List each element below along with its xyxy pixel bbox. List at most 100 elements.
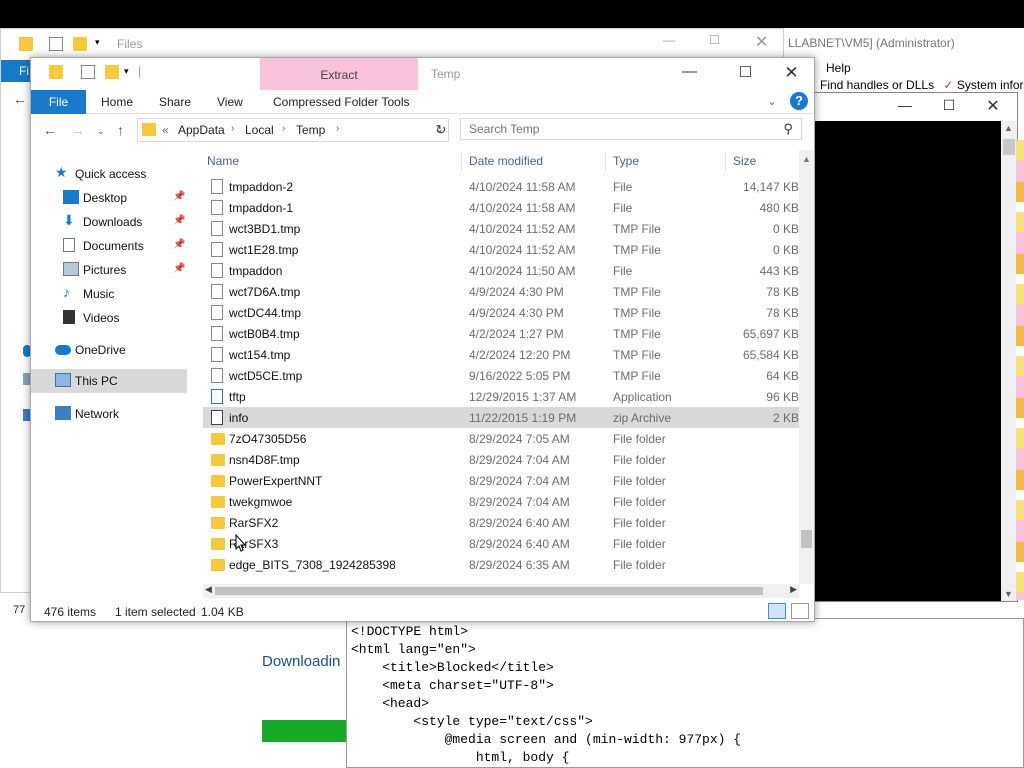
large-icons-view-button[interactable] bbox=[791, 603, 809, 619]
help-icon[interactable]: ? bbox=[790, 92, 808, 110]
column-type[interactable]: Type bbox=[613, 154, 639, 168]
table-row[interactable]: wct154.tmp 4/2/2024 12:20 PM TMP File 65,58… bbox=[203, 344, 799, 365]
file-list[interactable]: tmpaddon-2 4/10/2024 11:58 AM File 14,147 K… bbox=[203, 176, 799, 586]
table-row[interactable]: wctDC44.tmp 4/9/2024 4:30 PM TMP File 78 KB bbox=[203, 302, 799, 323]
console-window[interactable]: — ☐ ✕ ▲ ▼ bbox=[814, 92, 1018, 602]
sidebar-item-desktop[interactable]: Desktop 📌 bbox=[63, 188, 187, 210]
column-divider[interactable] bbox=[461, 152, 462, 170]
back-arrow-icon[interactable]: ← bbox=[43, 122, 57, 138]
address-segment-appdata[interactable]: AppData bbox=[178, 123, 225, 137]
sidebar-item-quick-access[interactable]: ★ Quick access bbox=[55, 164, 195, 186]
chevron-down-icon[interactable]: ▾ bbox=[95, 37, 100, 48]
pin-icon[interactable]: 📌 bbox=[173, 263, 185, 274]
table-row[interactable]: wct1E28.tmp 4/10/2024 11:52 AM TMP File 0 K… bbox=[203, 239, 799, 260]
find-handles-button[interactable]: Find handles or DLLs bbox=[820, 78, 934, 92]
table-row[interactable]: PowerExpertNNT 8/29/2024 7:04 AM File fold… bbox=[203, 470, 799, 491]
table-row[interactable]: edge_BITS_7308_1924285398 8/29/2024 6:35 … bbox=[203, 554, 799, 575]
vertical-scrollbar[interactable]: ▲ bbox=[799, 150, 814, 584]
minimize-icon[interactable]: — bbox=[663, 33, 675, 47]
pin-icon[interactable]: 📌 bbox=[173, 215, 185, 226]
scroll-right-icon[interactable]: ▶ bbox=[790, 584, 797, 595]
chevron-right-icon[interactable]: › bbox=[231, 123, 234, 134]
table-row[interactable]: nsn4D8F.tmp 8/29/2024 7:04 AM File folder bbox=[203, 449, 799, 470]
new-folder-icon[interactable] bbox=[105, 65, 119, 79]
pin-icon[interactable]: 📌 bbox=[173, 239, 185, 250]
maximize-icon[interactable]: ☐ bbox=[709, 33, 720, 47]
back-file-tab[interactable]: Fi bbox=[1, 60, 31, 82]
table-row[interactable]: tmpaddon 4/10/2024 11:50 AM File 443 KB bbox=[203, 260, 799, 281]
table-row[interactable]: 7zO47305D56 8/29/2024 7:05 AM File folder bbox=[203, 428, 799, 449]
sidebar-item-videos[interactable]: Videos bbox=[63, 308, 187, 330]
chevron-right-icon[interactable]: › bbox=[336, 123, 339, 134]
table-row[interactable]: info 11/22/2015 1:19 PM zip Archive 2 KB bbox=[203, 407, 799, 428]
tab-share[interactable]: Share bbox=[159, 95, 191, 109]
system-info-button[interactable]: System infor bbox=[957, 78, 1024, 92]
details-view-button[interactable] bbox=[768, 603, 786, 619]
close-icon[interactable]: ✕ bbox=[755, 32, 768, 52]
console-scrollbar[interactable]: ▲ ▼ bbox=[1001, 121, 1017, 601]
tab-extract[interactable]: Extract bbox=[260, 58, 418, 90]
sidebar-item-pictures[interactable]: Pictures 📌 bbox=[63, 260, 187, 282]
tab-file[interactable]: File bbox=[31, 90, 86, 114]
tab-home[interactable]: Home bbox=[101, 95, 133, 109]
console-titlebar[interactable]: — ☐ ✕ bbox=[815, 93, 1017, 121]
up-arrow-icon[interactable]: ↑ bbox=[117, 122, 124, 138]
forward-arrow-icon[interactable]: → bbox=[71, 122, 85, 138]
table-row[interactable]: tmpaddon-1 4/10/2024 11:58 AM File 480 KB bbox=[203, 197, 799, 218]
sidebar-item-network[interactable]: Network bbox=[55, 404, 195, 426]
back-arrow-icon[interactable]: ← bbox=[13, 91, 27, 107]
sidebar-item-this-pc[interactable]: This PC bbox=[31, 369, 187, 393]
table-row[interactable]: wctD5CE.tmp 9/16/2022 5:05 PM TMP File 64 K… bbox=[203, 365, 799, 386]
sidebar-item-music[interactable]: ♪ Music bbox=[63, 284, 187, 306]
scroll-thumb[interactable] bbox=[801, 530, 812, 548]
tab-compressed-folder-tools[interactable]: Compressed Folder Tools bbox=[273, 95, 410, 109]
maximize-icon[interactable]: ☐ bbox=[931, 97, 967, 114]
close-icon[interactable]: ✕ bbox=[769, 63, 814, 83]
address-bar[interactable]: « AppData › Local › Temp › ⌄ bbox=[137, 118, 449, 142]
table-row[interactable]: wctB0B4.tmp 4/2/2024 1:27 PM TMP File 65,69… bbox=[203, 323, 799, 344]
horizontal-scrollbar[interactable]: ◀ ▶ bbox=[203, 584, 799, 598]
column-divider[interactable] bbox=[605, 152, 606, 170]
properties-icon[interactable] bbox=[49, 37, 63, 51]
table-row[interactable]: wct7D6A.tmp 4/9/2024 4:30 PM TMP File 78 KB bbox=[203, 281, 799, 302]
close-icon[interactable]: ✕ bbox=[975, 96, 1011, 116]
minimize-icon[interactable]: — bbox=[887, 97, 923, 113]
column-date-modified[interactable]: Date modified bbox=[469, 154, 543, 168]
chevron-down-icon[interactable]: ▾ bbox=[124, 66, 129, 77]
refresh-icon[interactable]: ↻ bbox=[431, 118, 451, 142]
minimize-icon[interactable]: — bbox=[667, 63, 712, 80]
scroll-left-icon[interactable]: ◀ bbox=[205, 584, 212, 595]
properties-icon[interactable] bbox=[81, 65, 95, 79]
column-size[interactable]: Size bbox=[733, 154, 756, 168]
search-box[interactable]: ⚲ bbox=[460, 118, 802, 140]
table-row[interactable]: twekgmwoe 8/29/2024 7:04 AM File folder bbox=[203, 491, 799, 512]
scroll-up-icon[interactable]: ▲ bbox=[802, 154, 811, 164]
sidebar-item-downloads[interactable]: ⬇ Downloads 📌 bbox=[63, 212, 187, 234]
search-input[interactable] bbox=[461, 119, 771, 139]
scroll-thumb[interactable] bbox=[215, 587, 763, 595]
tab-view[interactable]: View bbox=[217, 95, 243, 109]
column-name[interactable]: Name bbox=[207, 154, 239, 168]
pin-icon[interactable]: 📌 bbox=[173, 191, 185, 202]
sidebar-item-documents[interactable]: Documents 📌 bbox=[63, 236, 187, 258]
chevron-down-icon[interactable]: ⌄ bbox=[767, 96, 776, 108]
titlebar[interactable]: ▾ | Extract Temp — ☐ ✕ bbox=[31, 58, 814, 90]
address-segment-temp[interactable]: Temp bbox=[296, 123, 325, 137]
sidebar-item-onedrive[interactable]: OneDrive bbox=[55, 340, 195, 362]
scroll-thumb[interactable] bbox=[1003, 139, 1015, 155]
recent-chevron-icon[interactable]: ⌄ bbox=[97, 126, 105, 137]
explorer-window[interactable]: ▾ | Extract Temp — ☐ ✕ File Home Share V… bbox=[30, 57, 815, 622]
scroll-up-icon[interactable]: ▲ bbox=[1004, 123, 1013, 133]
table-row[interactable]: tftp 12/29/2015 1:37 AM Application 96 KB bbox=[203, 386, 799, 407]
address-overflow[interactable]: « bbox=[162, 123, 169, 137]
new-folder-icon[interactable] bbox=[73, 37, 87, 51]
scroll-down-icon[interactable]: ▼ bbox=[1004, 589, 1013, 599]
address-segment-local[interactable]: Local bbox=[245, 123, 274, 137]
console-output[interactable] bbox=[815, 121, 1001, 601]
maximize-icon[interactable]: ☐ bbox=[723, 63, 768, 81]
search-icon[interactable]: ⚲ bbox=[783, 121, 793, 137]
chevron-right-icon[interactable]: › bbox=[282, 123, 285, 134]
back-titlebar[interactable]: ▾ Files — ☐ ✕ bbox=[1, 29, 783, 59]
table-row[interactable]: tmpaddon-2 4/10/2024 11:58 AM File 14,147 K… bbox=[203, 176, 799, 197]
column-divider[interactable] bbox=[725, 152, 726, 170]
